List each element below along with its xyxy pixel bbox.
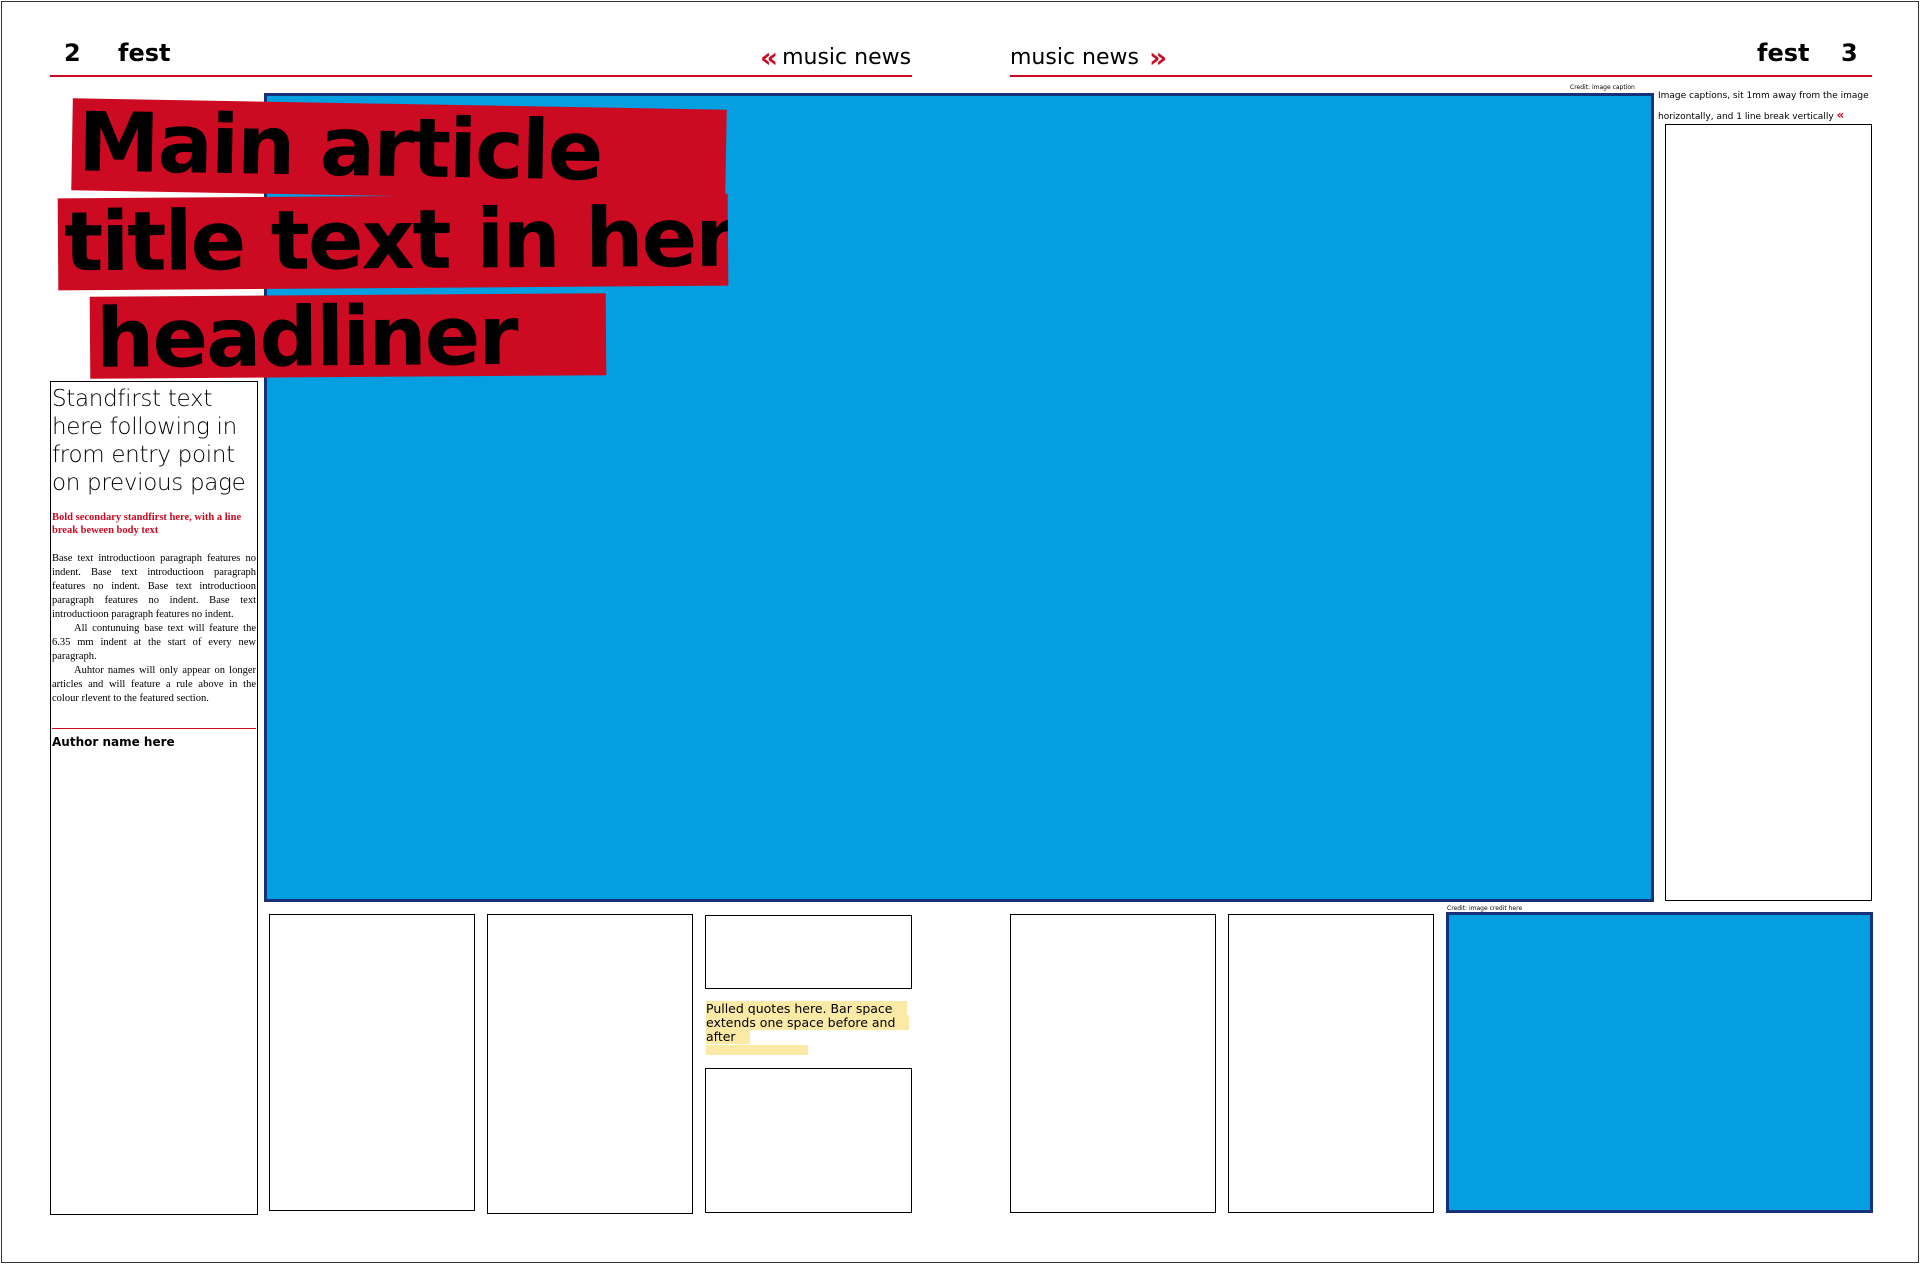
chevron-right-icon: » (1148, 41, 1167, 74)
left-publication-name: fest (118, 39, 171, 67)
body-paragraph: Base text introductioon paragraph featur… (52, 553, 256, 620)
text-column-frame-2 (269, 914, 475, 1211)
chevron-left-icon: « (760, 41, 778, 74)
body-text: Base text introductioon paragraph featur… (52, 552, 256, 706)
headline-text-1: Main article (77, 98, 603, 200)
sidebar-frame (1665, 124, 1872, 901)
text-column-frame-5 (705, 1068, 912, 1213)
text-column-frame-7 (1228, 914, 1434, 1213)
secondary-image-placeholder (1446, 912, 1873, 1213)
right-section-label: music news » (1010, 41, 1167, 74)
text-column-frame-3 (487, 914, 693, 1214)
text-column-frame (50, 381, 258, 1215)
headline-line-3: headliner (89, 293, 607, 379)
secondary-standfirst: Bold secondary standfirst here, with a l… (52, 512, 242, 536)
headline-text-3: headliner (95, 293, 518, 379)
left-header-rule (50, 75, 912, 77)
body-paragraph: Auhtor names will only appear on longer … (52, 665, 256, 704)
body-paragraph: All contunuing base text will feature th… (52, 623, 256, 662)
pull-quote-text: Pulled quotes here. Bar space extends on… (706, 1001, 910, 1044)
standfirst: Standfirst text here following in from e… (52, 386, 246, 496)
pull-quote-bar (706, 1045, 808, 1055)
pull-quote: Pulled quotes here. Bar space extends on… (706, 1001, 910, 1044)
chevron-left-icon: « (1836, 108, 1845, 122)
author-name: Author name here (52, 735, 175, 749)
right-section-name: music news (1010, 45, 1139, 70)
text-column-frame-6 (1010, 914, 1216, 1213)
left-section-name: music news (782, 45, 912, 70)
second-image-credit: Credit: image credit here (1447, 905, 1523, 912)
text-column-frame-4 (705, 915, 912, 989)
right-header-rule (1010, 75, 1872, 77)
headline-text-2: title text in here: (63, 193, 729, 291)
left-section-label: « music news (760, 44, 911, 72)
right-page-number: 3 (1841, 39, 1858, 67)
headline-line-2: title text in here: (57, 193, 729, 291)
left-page-number: 2 (64, 39, 81, 67)
author-rule (52, 728, 256, 729)
main-image-credit: Credit: image caption (1570, 84, 1635, 91)
headline-line-1: Main article (71, 98, 727, 202)
right-publication-name: fest (1757, 39, 1810, 67)
